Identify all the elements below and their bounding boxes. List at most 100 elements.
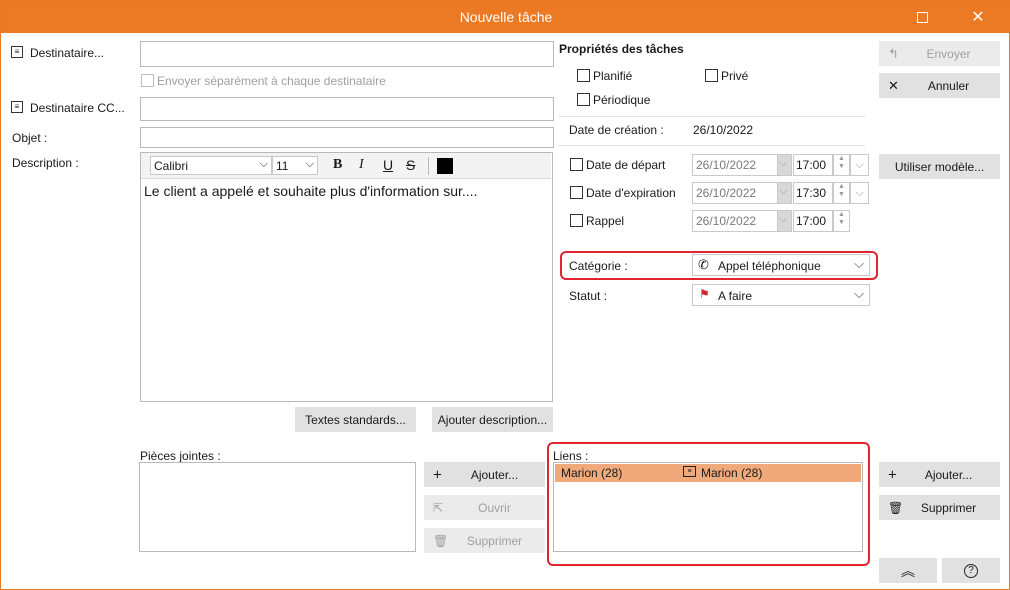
phone-icon: ✆ — [698, 257, 709, 272]
address-book-cc-icon[interactable]: ≡ — [11, 101, 23, 113]
expiry-time-spinner[interactable]: ▲ ▼ — [833, 182, 850, 204]
attach-open-button[interactable]: ⇱ Ouvrir — [424, 495, 545, 520]
open-external-icon: ⇱ — [433, 500, 444, 515]
links-delete-button[interactable]: 🗑 Supprimer — [879, 495, 1000, 520]
recipient-input[interactable] — [140, 41, 554, 67]
spin-up-icon: ▲ — [838, 183, 845, 190]
expiry-date-checkbox[interactable] — [570, 186, 583, 199]
start-date-checkbox[interactable] — [570, 158, 583, 171]
start-time-dropdown[interactable]: ⌵ — [850, 154, 869, 176]
links-row[interactable]: Marion (28) ≡ Marion (28) — [555, 464, 861, 482]
font-size-value: 11 — [276, 159, 289, 173]
expiry-date-dropdown[interactable]: ⌵ — [777, 182, 792, 204]
category-label: Catégorie : — [569, 259, 628, 273]
collapse-button[interactable]: ︽ — [879, 558, 937, 583]
font-size-select[interactable]: 11 ⌵ — [272, 156, 318, 175]
attach-open-label: Ouvrir — [478, 500, 511, 515]
send-separately-checkbox[interactable] — [141, 74, 154, 87]
chevron-down-icon: ⌵ — [780, 186, 787, 196]
task-window: Nouvelle tâche ✕ ≡ Destinataire... Envoy… — [0, 0, 1010, 590]
planned-checkbox[interactable] — [577, 69, 590, 82]
address-book-icon[interactable]: ≡ — [11, 46, 23, 58]
status-select[interactable]: ⚑ A faire ⌵ — [692, 284, 870, 306]
add-description-button[interactable]: Ajouter description... — [432, 407, 553, 432]
expiry-date-label: Date d'expiration — [586, 186, 676, 200]
rich-text-toolbar: Calibri ⌵ 11 ⌵ B I U S — [141, 153, 551, 179]
start-date-input[interactable]: 26/10/2022 — [692, 154, 778, 176]
private-checkbox[interactable] — [705, 69, 718, 82]
use-template-button[interactable]: Utiliser modèle... — [879, 154, 1000, 179]
links-add-label: Ajouter... — [924, 467, 973, 482]
attach-add-label: Ajouter... — [470, 467, 519, 482]
start-time-spinner[interactable]: ▲ ▼ — [833, 154, 850, 176]
reply-icon: ↰ — [888, 45, 899, 61]
chevron-down-icon: ⌵ — [780, 158, 787, 168]
status-label: Statut : — [569, 289, 608, 303]
title-bar: Nouvelle tâche ✕ — [1, 1, 1010, 33]
send-separately-label: Envoyer séparément à chaque destinataire — [157, 74, 386, 88]
category-select[interactable]: ✆ Appel téléphonique ⌵ — [692, 254, 870, 276]
help-icon: ? — [964, 563, 978, 578]
recipient-label[interactable]: Destinataire... — [30, 46, 104, 60]
text-color-button[interactable] — [437, 158, 453, 174]
spin-up-icon: ▲ — [838, 155, 845, 162]
spin-down-icon: ▼ — [838, 163, 845, 170]
spin-down-icon: ▼ — [838, 191, 845, 198]
underline-button[interactable]: U — [383, 157, 393, 173]
links-label: Liens : — [553, 449, 589, 463]
divider — [559, 116, 865, 117]
private-label: Privé — [721, 69, 749, 83]
maximize-icon — [916, 11, 928, 23]
periodic-checkbox[interactable] — [577, 93, 590, 106]
strikethrough-button[interactable]: S — [406, 157, 415, 173]
cc-label[interactable]: Destinataire CC... — [30, 101, 125, 115]
close-icon: ✕ — [971, 9, 985, 26]
periodic-label: Périodique — [593, 93, 651, 107]
start-date-dropdown[interactable]: ⌵ — [777, 154, 792, 176]
description-text: Le client a appelé et souhaite plus d'in… — [144, 183, 478, 199]
bold-button[interactable]: B — [333, 157, 342, 173]
reminder-label: Rappel — [586, 214, 625, 228]
trash-icon: 🗑 — [433, 533, 449, 548]
help-button[interactable]: ? — [942, 558, 1000, 583]
attach-add-button[interactable]: + Ajouter... — [424, 462, 545, 487]
expiry-time-input[interactable]: 17:30 — [793, 182, 833, 204]
maximize-button[interactable] — [899, 1, 945, 33]
status-value: A faire — [718, 289, 753, 303]
contact-card-icon: ≡ — [683, 466, 696, 477]
cc-input[interactable] — [140, 97, 554, 121]
creation-date-value: 26/10/2022 — [693, 123, 754, 137]
font-name-select[interactable]: Calibri ⌵ — [150, 156, 272, 175]
subject-label: Objet : — [12, 131, 48, 145]
planned-label: Planifié — [593, 69, 633, 83]
reminder-checkbox[interactable] — [570, 214, 583, 227]
links-add-button[interactable]: + Ajouter... — [879, 462, 1000, 487]
links-delete-label: Supprimer — [920, 500, 977, 515]
cancel-button[interactable]: ✕ Annuler — [879, 73, 1000, 98]
description-label: Description : — [12, 156, 79, 170]
reminder-time-input[interactable]: 17:00 — [793, 210, 833, 232]
attachments-label: Pièces jointes : — [140, 449, 221, 463]
creation-date-label: Date de création : — [569, 123, 664, 137]
start-time-input[interactable]: 17:00 — [793, 154, 833, 176]
expiry-time-dropdown[interactable]: ⌵ — [850, 182, 869, 204]
chevron-down-icon: ⌵ — [780, 214, 787, 224]
double-chevron-up-icon: ︽ — [901, 562, 915, 579]
send-button[interactable]: ↰ Envoyer — [879, 41, 1000, 66]
trash-icon: 🗑 — [888, 500, 904, 515]
spin-down-icon: ▼ — [838, 219, 845, 226]
reminder-time-spinner[interactable]: ▲ ▼ — [833, 210, 850, 232]
close-button[interactable]: ✕ — [955, 1, 1001, 33]
reminder-date-input[interactable]: 26/10/2022 — [692, 210, 778, 232]
reminder-date-dropdown[interactable]: ⌵ — [777, 210, 792, 232]
expiry-date-input[interactable]: 26/10/2022 — [692, 182, 778, 204]
send-label: Envoyer — [926, 46, 971, 61]
italic-button[interactable]: I — [359, 157, 364, 173]
window-title: Nouvelle tâche — [459, 9, 553, 25]
divider — [559, 145, 865, 146]
attachments-list[interactable] — [139, 462, 416, 552]
attach-delete-label: Supprimer — [466, 533, 523, 548]
subject-input[interactable] — [140, 127, 554, 148]
attach-delete-button[interactable]: 🗑 Supprimer — [424, 528, 545, 553]
standard-texts-button[interactable]: Textes standards... — [295, 407, 416, 432]
